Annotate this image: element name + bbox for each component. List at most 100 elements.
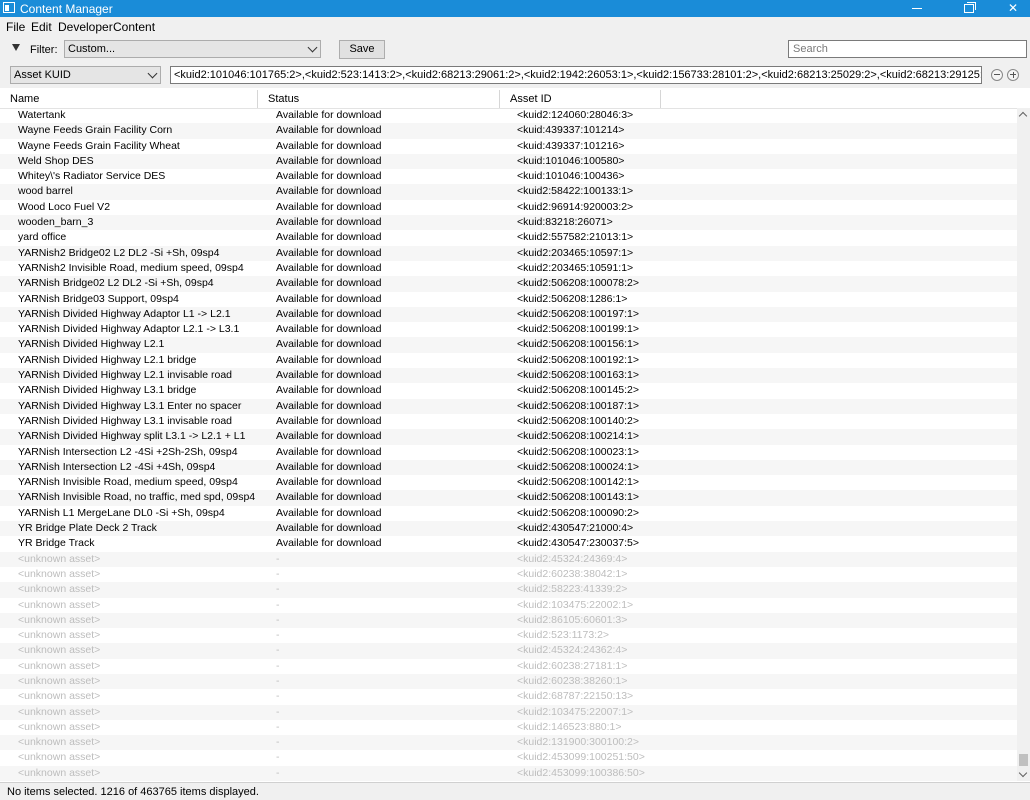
- title-bar: Content Manager ✕: [0, 0, 1030, 17]
- cell-asset-id: <kuid2:124060:28046:3>: [517, 109, 634, 121]
- remove-filter-button[interactable]: [991, 69, 1003, 81]
- table-row[interactable]: YARNish Invisible Road, medium speed, 09…: [0, 475, 1017, 490]
- cell-name: YARNish Divided Highway L2.1 invisable r…: [18, 369, 232, 382]
- close-button[interactable]: ✕: [990, 0, 1030, 17]
- table-row[interactable]: <unknown asset> - <kuid2:453099:100386:50>: [0, 765, 1017, 781]
- cell-asset-id: <kuid2:506208:100197:1>: [517, 307, 640, 320]
- table-row[interactable]: Weld Shop DES Available for download <kuid…: [0, 153, 1017, 170]
- asset-list[interactable]: Watertank Available for download <kuid2:12…: [0, 108, 1017, 781]
- restore-button[interactable]: [946, 0, 992, 17]
- table-row[interactable]: YARNish Intersection L2 -4Si +2Sh-2Sh, 0…: [0, 445, 1017, 460]
- table-row[interactable]: YARNish2 Invisible Road, medium speed, 0…: [0, 261, 1017, 276]
- search-input[interactable]: [788, 40, 1027, 58]
- cell-status: -: [276, 567, 280, 580]
- table-row[interactable]: <unknown asset> - <kuid2:146523:880:1>: [0, 720, 1017, 735]
- table-row[interactable]: Wayne Feeds Grain Facility Wheat Availabl…: [0, 139, 1017, 154]
- table-row[interactable]: YARNish Divided Highway split L3.1 -> L2…: [0, 429, 1017, 445]
- table-row[interactable]: YR Bridge Plate Deck 2 Track Available fo…: [0, 521, 1017, 537]
- cell-name: <unknown asset>: [18, 674, 101, 687]
- table-row[interactable]: <unknown asset> - <kuid2:60238:38260:1>: [0, 673, 1017, 690]
- table-row[interactable]: Whitey\'s Radiator Service DES Available …: [0, 169, 1017, 184]
- cell-name: YARNish Intersection L2 -4Si +2Sh-2Sh, 0…: [18, 445, 238, 458]
- table-row[interactable]: <unknown asset> - <kuid2:60238:27181:1>: [0, 659, 1017, 674]
- table-row[interactable]: Watertank Available for download <kuid2:12…: [0, 108, 1017, 123]
- cell-asset-id: <kuid2:506208:100214:1>: [517, 430, 640, 443]
- table-row[interactable]: <unknown asset> - <kuid2:523:1173:2>: [0, 628, 1017, 643]
- cell-asset-id: <kuid:101046:100580>: [517, 154, 625, 167]
- cell-status: Available for download: [276, 185, 382, 198]
- minimize-button[interactable]: [894, 0, 940, 17]
- cell-status: -: [276, 674, 280, 687]
- cell-status: -: [276, 613, 280, 626]
- cell-status: -: [276, 644, 280, 657]
- cell-status: Available for download: [276, 399, 382, 412]
- table-row[interactable]: <unknown asset> - <kuid2:103475:22002:1>: [0, 598, 1017, 613]
- cell-asset-id: <kuid2:506208:100142:1>: [517, 476, 640, 489]
- table-row[interactable]: YARNish Divided Highway Adaptor L2.1 -> …: [0, 322, 1017, 337]
- table-row[interactable]: YARNish Invisible Road, no traffic, med …: [0, 490, 1017, 506]
- table-row[interactable]: YARNish L1 MergeLane DL0 -Si +Sh, 09sp4 A…: [0, 506, 1017, 521]
- vertical-scrollbar[interactable]: [1017, 108, 1030, 781]
- table-row[interactable]: <unknown asset> - <kuid2:453099:100251:50>: [0, 750, 1017, 765]
- menu-file[interactable]: File: [6, 20, 25, 34]
- table-row[interactable]: YR Bridge Track Available for download <ku…: [0, 536, 1017, 551]
- table-row[interactable]: <unknown asset> - <kuid2:60238:38042:1>: [0, 567, 1017, 582]
- cell-status: Available for download: [276, 430, 382, 443]
- cell-asset-id: <kuid2:506208:100140:2>: [517, 414, 640, 427]
- cell-name: <unknown asset>: [18, 736, 101, 749]
- menu-edit[interactable]: Edit: [31, 20, 52, 34]
- table-row[interactable]: <unknown asset> - <kuid2:58223:41339:2>: [0, 582, 1017, 598]
- cell-asset-id: <kuid:83218:26071>: [517, 216, 613, 229]
- column-header-name[interactable]: Name: [0, 90, 258, 108]
- column-header-status[interactable]: Status: [258, 90, 500, 108]
- cell-status: Available for download: [276, 369, 382, 382]
- table-row[interactable]: <unknown asset> - <kuid2:68787:22150:13>: [0, 689, 1017, 704]
- status-text: No items selected. 1216 of 463765 items …: [7, 786, 259, 798]
- scroll-down-icon[interactable]: [1018, 768, 1028, 778]
- scroll-up-icon[interactable]: [1018, 111, 1028, 121]
- table-row[interactable]: <unknown asset> - <kuid2:45324:24369:4>: [0, 551, 1017, 567]
- kuid-mode-select[interactable]: Asset KUID: [10, 66, 161, 84]
- column-header-asset-id[interactable]: Asset ID: [500, 90, 661, 108]
- table-row[interactable]: YARNish Divided Highway L3.1 invisable r…: [0, 414, 1017, 429]
- add-filter-button[interactable]: [1007, 69, 1019, 81]
- table-row[interactable]: YARNish Divided Highway L3.1 Enter no sp…: [0, 398, 1017, 414]
- scrollbar-thumb[interactable]: [1019, 754, 1028, 766]
- cell-asset-id: <kuid2:430547:230037:5>: [517, 537, 640, 550]
- cell-asset-id: <kuid2:60238:38042:1>: [517, 567, 628, 580]
- cell-status: Available for download: [276, 460, 382, 473]
- cell-status: Available for download: [276, 522, 382, 535]
- cell-name: Wood Loco Fuel V2: [18, 200, 111, 213]
- table-row[interactable]: <unknown asset> - <kuid2:86105:60601:3>: [0, 612, 1017, 629]
- menu-developer[interactable]: Developer: [58, 20, 113, 34]
- table-row[interactable]: YARNish Divided Highway L2.1 Available fo…: [0, 337, 1017, 353]
- table-row[interactable]: YARNish Intersection L2 -4Si +4Sh, 09sp4…: [0, 459, 1017, 476]
- filter-toggle-icon[interactable]: [12, 44, 20, 51]
- cell-name: Whitey\'s Radiator Service DES: [18, 170, 166, 183]
- cell-asset-id: <kuid2:506208:100078:2>: [517, 277, 640, 290]
- cell-name: YARNish Invisible Road, medium speed, 09…: [18, 476, 238, 489]
- table-row[interactable]: <unknown asset> - <kuid2:131900:300100:2>: [0, 735, 1017, 751]
- table-row[interactable]: wooden_barn_3 Available for download <kuid…: [0, 215, 1017, 231]
- table-row[interactable]: YARNish Bridge03 Support, 09sp4 Available…: [0, 292, 1017, 307]
- cell-name: <unknown asset>: [18, 644, 101, 657]
- cell-asset-id: <kuid2:506208:1286:1>: [517, 292, 628, 305]
- table-row[interactable]: YARNish Bridge02 L2 DL2 -Si +Sh, 09sp4 Av…: [0, 276, 1017, 292]
- cell-name: <unknown asset>: [18, 598, 101, 611]
- save-button[interactable]: Save: [339, 40, 385, 59]
- table-row[interactable]: YARNish Divided Highway L2.1 invisable r…: [0, 368, 1017, 384]
- menu-content[interactable]: Content: [113, 20, 155, 34]
- table-row[interactable]: wood barrel Available for download <kuid2:…: [0, 184, 1017, 200]
- table-row[interactable]: Wood Loco Fuel V2 Available for download <…: [0, 200, 1017, 215]
- cell-status: Available for download: [276, 338, 382, 351]
- table-row[interactable]: YARNish Divided Highway L2.1 bridge Avail…: [0, 353, 1017, 368]
- table-row[interactable]: YARNish2 Bridge02 L2 DL2 -Si +Sh, 09sp4 A…: [0, 245, 1017, 261]
- table-row[interactable]: yard office Available for download <kuid2:…: [0, 230, 1017, 245]
- filter-select[interactable]: Custom...: [64, 40, 321, 58]
- table-row[interactable]: YARNish Divided Highway Adaptor L1 -> L2…: [0, 306, 1017, 323]
- table-row[interactable]: <unknown asset> - <kuid2:103475:22007:1>: [0, 704, 1017, 720]
- table-row[interactable]: YARNish Divided Highway L3.1 bridge Avail…: [0, 383, 1017, 398]
- kuid-query-input[interactable]: <kuid2:101046:101765:2>,<kuid2:523:1413:…: [170, 66, 982, 84]
- table-row[interactable]: <unknown asset> - <kuid2:45324:24362:4>: [0, 643, 1017, 659]
- table-row[interactable]: Wayne Feeds Grain Facility Corn Available…: [0, 123, 1017, 139]
